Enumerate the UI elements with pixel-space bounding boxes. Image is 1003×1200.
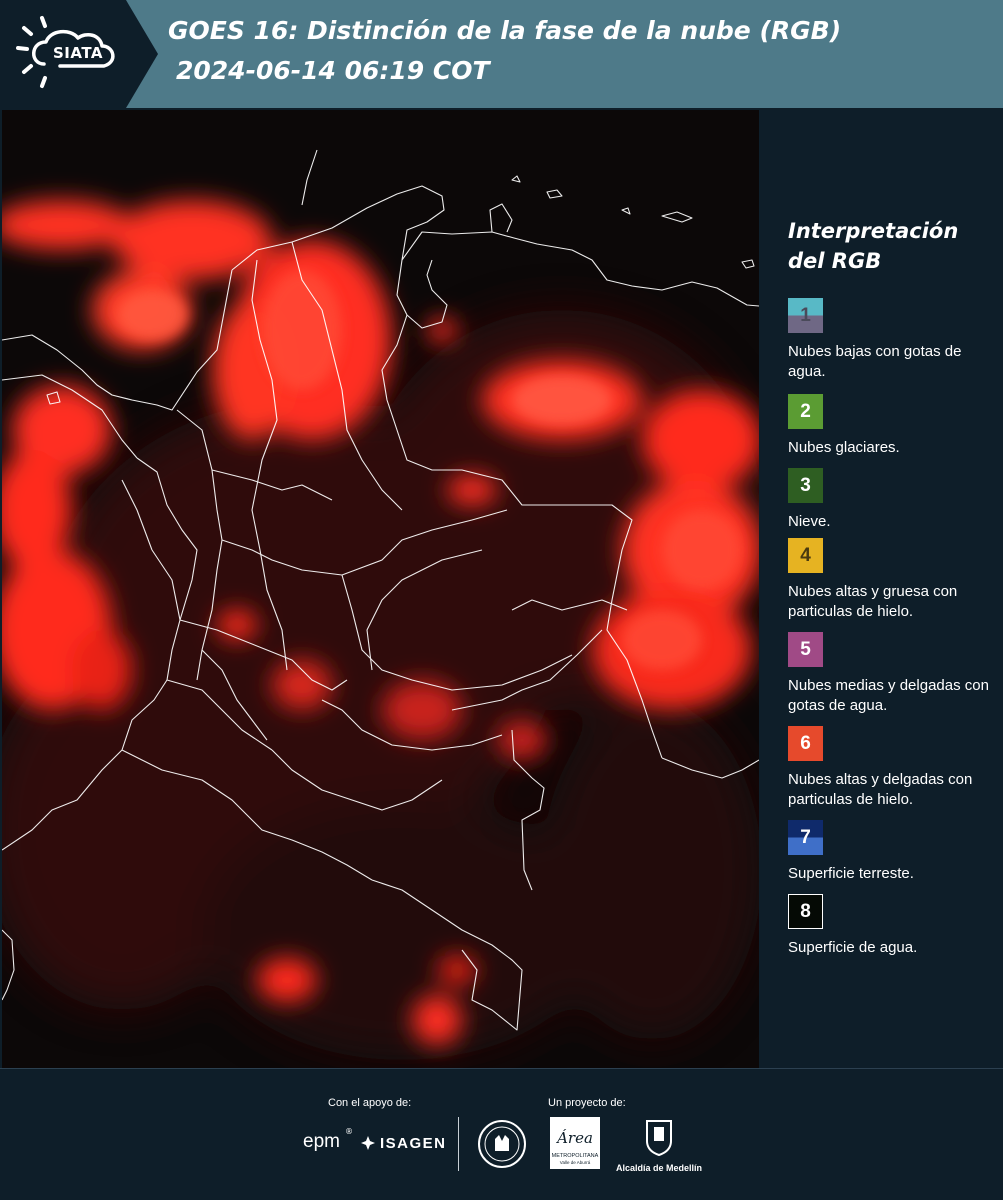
legend-item-1: 1 Nubes bajas con gotas de agua. <box>788 298 998 382</box>
medellin-shield-icon <box>646 1120 672 1157</box>
legend-item-8: 8 Superficie de agua. <box>788 894 998 958</box>
legend-number-7: 7 <box>800 826 811 848</box>
header-bar: SIATA GOES 16: Distinción de la fase de … <box>0 0 1003 108</box>
isagen-logo: ISAGEN <box>360 1131 447 1155</box>
legend-title: Interpretación del RGB <box>788 216 988 276</box>
legend-swatch-5: 5 <box>788 632 823 667</box>
legend-swatch-8: 8 <box>788 894 823 929</box>
legend-item-2: 2 Nubes glaciares. <box>788 394 998 458</box>
area-logo-sub2: Valle de Aburrá <box>560 1160 591 1165</box>
legend-title-line2: del RGB <box>788 249 882 273</box>
page-timestamp: 2024-06-14 06:19 COT <box>176 56 490 85</box>
isagen-icon <box>361 1136 375 1150</box>
legend-label-1: Nubes bajas con gotas de agua. <box>788 343 962 380</box>
siata-logo: SIATA <box>0 0 160 108</box>
page-title: GOES 16: Distinción de la fase de la nub… <box>168 16 842 45</box>
legend-number-6: 6 <box>800 732 811 754</box>
legend-swatch-2: 2 <box>788 394 823 429</box>
legend-item-4: 4 Nubes altas y gruesa con particulas de… <box>788 538 998 622</box>
legend-number-3: 3 <box>800 474 811 496</box>
rgb-legend: Interpretación del RGB 1 Nubes bajas con… <box>760 110 1003 1068</box>
legend-number-1: 1 <box>800 304 811 326</box>
support-label: Con el apoyo de: <box>328 1097 412 1109</box>
legend-number-2: 2 <box>800 400 811 422</box>
legend-number-5: 5 <box>800 638 811 660</box>
legend-label-3: Nieve. <box>788 513 831 530</box>
legend-number-4: 4 <box>800 544 811 566</box>
legend-label-6: Nubes altas y delgadas con particulas de… <box>788 771 973 808</box>
legend-label-5: Nubes medias y delgadas con gotas de agu… <box>788 677 989 714</box>
siata-logo-text: SIATA <box>52 44 103 62</box>
legend-swatch-1: 1 <box>788 298 823 333</box>
alcaldia-medellin-logo: Alcaldía de Medellín <box>612 1117 706 1173</box>
legend-number-8: 8 <box>800 900 811 922</box>
legend-swatch-6: 6 <box>788 726 823 761</box>
legend-label-8: Superficie de agua. <box>788 939 918 956</box>
legend-item-6: 6 Nubes altas y delgadas con particulas … <box>788 726 998 810</box>
isagen-text: ISAGEN <box>380 1134 447 1152</box>
area-logo-text: Área <box>555 1129 593 1147</box>
area-logo-sub: METROPOLITANA <box>552 1153 599 1159</box>
legend-item-7: 7 Superficie terreste. <box>788 820 998 884</box>
metropolitan-seal-logo <box>477 1119 527 1173</box>
satellite-rgb-map <box>2 110 759 1068</box>
project-label: Un proyecto de: <box>548 1097 626 1109</box>
footer: Con el apoyo de: Un proyecto de: epm ® I… <box>0 1068 1003 1200</box>
legend-item-5: 5 Nubes medias y delgadas con gotas de a… <box>788 632 998 716</box>
epm-logo: epm <box>303 1131 340 1152</box>
legend-title-line1: Interpretación <box>788 219 959 243</box>
legend-label-7: Superficie terreste. <box>788 865 914 882</box>
legend-item-3: 3 Nieve. <box>788 468 998 532</box>
legend-swatch-7: 7 <box>788 820 823 855</box>
area-metropolitana-logo: Área METROPOLITANA Valle de Aburrá <box>550 1117 600 1175</box>
epm-registered-mark: ® <box>345 1127 353 1136</box>
legend-label-4: Nubes altas y gruesa con particulas de h… <box>788 583 958 620</box>
legend-swatch-3: 3 <box>788 468 823 503</box>
footer-divider <box>458 1117 459 1171</box>
legend-swatch-4: 4 <box>788 538 823 573</box>
legend-label-2: Nubes glaciares. <box>788 439 900 456</box>
alcaldia-text: Alcaldía de Medellín <box>615 1163 703 1173</box>
